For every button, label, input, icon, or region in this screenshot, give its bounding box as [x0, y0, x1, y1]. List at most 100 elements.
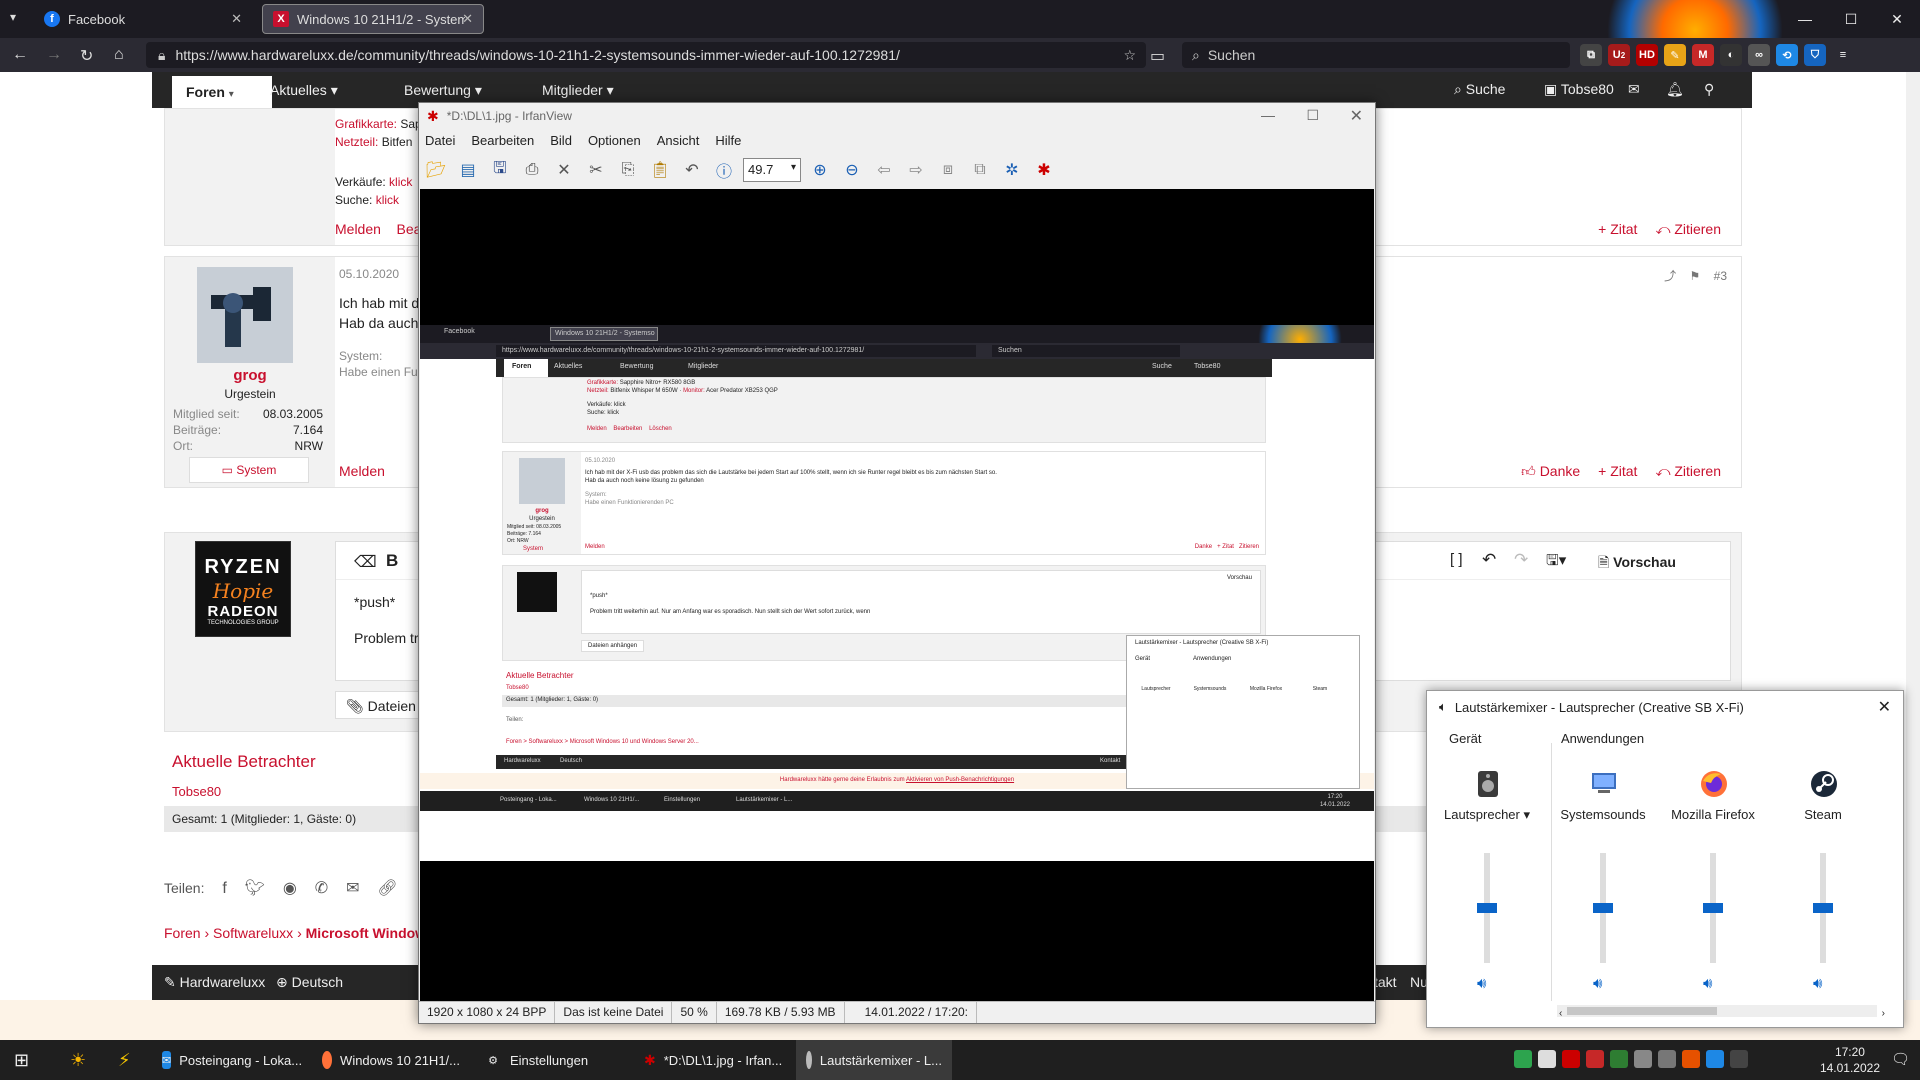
quote-link[interactable]: + Zitat: [1598, 463, 1637, 480]
nav-aktuelles[interactable]: Aktuelles ▾: [270, 82, 338, 99]
reddit-share-icon[interactable]: ◉: [283, 880, 297, 897]
notification-icon[interactable]: 🗨︎: [1891, 1050, 1910, 1068]
volume-slider-thumb[interactable]: [1813, 903, 1833, 913]
tab-list-icon[interactable]: ▾: [10, 10, 16, 24]
channel-name[interactable]: Lautsprecher ▾: [1437, 807, 1537, 823]
next-icon[interactable]: ⇨: [903, 157, 929, 183]
tray-app-icon[interactable]: [1514, 1050, 1532, 1068]
minimize-icon[interactable]: —: [1782, 0, 1828, 38]
mega-icon[interactable]: M: [1692, 44, 1714, 66]
breadcrumb-item[interactable]: Foren: [164, 925, 201, 941]
translate-icon[interactable]: ⟲: [1776, 44, 1798, 66]
post-date[interactable]: 05.10.2020: [339, 267, 399, 281]
screen-share-icon[interactable]: ▭: [1150, 46, 1165, 66]
menu-ansicht[interactable]: Ansicht: [657, 133, 700, 148]
weather-icon[interactable]: ☀: [60, 1040, 96, 1080]
lightbulb-icon[interactable]: ⚲: [1704, 81, 1714, 98]
eraser-icon[interactable]: ⌫: [354, 552, 377, 572]
drafts-icon[interactable]: 🖫︎▾: [1546, 550, 1566, 575]
menu-bild[interactable]: Bild: [550, 133, 572, 148]
close-icon[interactable]: ✕: [1350, 106, 1363, 126]
menu-optionen[interactable]: Optionen: [588, 133, 641, 148]
tray-blue-icon[interactable]: [1706, 1050, 1724, 1068]
quote-link[interactable]: + Zitat: [1598, 221, 1637, 238]
extension-puzzle-icon[interactable]: ⧉: [1580, 44, 1602, 66]
settings-icon[interactable]: ✲: [999, 157, 1025, 183]
tab-hardwareluxx[interactable]: X Windows 10 21H1/2 - Systemso ✕: [262, 4, 484, 34]
nav-user[interactable]: ▣ Tobse80: [1544, 81, 1614, 98]
inbox-icon[interactable]: ✉: [1628, 81, 1640, 98]
save-icon[interactable]: 🖫︎: [487, 157, 513, 183]
scrollbar-thumb[interactable]: [1567, 1007, 1717, 1015]
menu-icon[interactable]: ≡: [1832, 44, 1854, 66]
report-link[interactable]: Melden: [339, 463, 385, 479]
slideshow-icon[interactable]: ▤: [455, 157, 481, 183]
thanks-button[interactable]: 👍︎ Danke: [1521, 463, 1580, 480]
tray-display-icon[interactable]: [1658, 1050, 1676, 1068]
taskbar-item-settings[interactable]: ⚙ Einstellungen: [474, 1040, 614, 1080]
shield-icon[interactable]: ⛉: [1804, 44, 1826, 66]
nav-bewertung[interactable]: Bewertung ▾: [404, 82, 482, 99]
minimize-icon[interactable]: —: [1261, 107, 1275, 123]
close-icon[interactable]: ✕: [462, 11, 473, 27]
taskbar-item-irfanview[interactable]: ✱ *D:\DL\1.jpg - Irfan...: [634, 1040, 792, 1080]
irfanview-logo-icon[interactable]: ✱: [1031, 157, 1057, 183]
info-icon[interactable]: ⓘ: [711, 157, 737, 183]
viewer-user[interactable]: Tobse80: [172, 784, 221, 799]
menu-bearbeiten[interactable]: Bearbeiten: [471, 133, 534, 148]
close-icon[interactable]: ✕: [231, 11, 242, 27]
tray-steam-icon[interactable]: [1730, 1050, 1748, 1068]
footer-language[interactable]: ⊕ Deutsch: [276, 974, 343, 991]
home-icon[interactable]: ⌂: [114, 46, 124, 64]
mute-speaker-icon[interactable]: 🔊︎: [1593, 975, 1602, 992]
facebook-share-icon[interactable]: f: [222, 880, 226, 897]
reader-icon[interactable]: ✎: [1664, 44, 1686, 66]
report-link[interactable]: Melden: [335, 221, 381, 237]
lightning-app-icon[interactable]: ⚡: [108, 1040, 141, 1080]
hd-icon[interactable]: HD: [1636, 44, 1658, 66]
back-icon[interactable]: ←: [12, 46, 28, 64]
post-number[interactable]: #3: [1714, 269, 1727, 283]
tray-network-icon[interactable]: [1538, 1050, 1556, 1068]
paste-icon[interactable]: 📋︎: [647, 157, 673, 183]
image-canvas[interactable]: Facebook Windows 10 21H1/2 - Systemso ht…: [420, 189, 1374, 1001]
twitter-share-icon[interactable]: 🐦︎: [245, 880, 265, 897]
page-scrollbar[interactable]: [1906, 72, 1920, 1000]
fullscreen-icon[interactable]: [ ]: [1450, 551, 1463, 568]
copy-icon[interactable]: ⎘: [615, 157, 641, 183]
footer-brand[interactable]: ✎ Hardwareluxx: [164, 974, 265, 991]
volume-slider-thumb[interactable]: [1593, 903, 1613, 913]
menu-hilfe[interactable]: Hilfe: [715, 133, 741, 148]
mixer-horizontal-scrollbar[interactable]: [1557, 1005, 1877, 1017]
cite-link[interactable]: Zitieren: [1674, 221, 1721, 237]
delete-icon[interactable]: ✕: [551, 157, 577, 183]
search-link[interactable]: klick: [376, 193, 399, 207]
open-folder-icon[interactable]: 📂︎: [423, 157, 449, 183]
link-share-icon[interactable]: 🔗︎: [377, 880, 397, 897]
maximize-icon[interactable]: ☐: [1306, 107, 1319, 124]
mute-speaker-icon[interactable]: 🔊︎: [1813, 975, 1822, 992]
last-page-icon[interactable]: ⧉: [967, 157, 993, 183]
url-bar[interactable]: 🔒︎ https://www.hardwareluxx.de/community…: [146, 42, 1146, 68]
previous-icon[interactable]: ⇦: [871, 157, 897, 183]
tray-mega-icon[interactable]: [1586, 1050, 1604, 1068]
taskbar-item-mixer[interactable]: Lautstärkemixer - L...: [796, 1040, 952, 1080]
system-button[interactable]: ▭ System: [189, 457, 309, 483]
menu-datei[interactable]: Datei: [425, 133, 455, 148]
zoom-out-icon[interactable]: ⊖: [839, 157, 865, 183]
nav-mitglieder[interactable]: Mitglieder ▾: [542, 82, 614, 99]
ublock-icon[interactable]: U2: [1608, 44, 1630, 66]
breadcrumb-item[interactable]: Softwareluxx: [213, 925, 293, 941]
bold-icon[interactable]: B: [386, 551, 398, 571]
start-icon[interactable]: ⊞: [4, 1040, 39, 1080]
first-page-icon[interactable]: ⧈: [935, 157, 961, 183]
preview-button[interactable]: 🗎 Vorschau: [1598, 552, 1676, 576]
nav-foren[interactable]: Foren ▾: [172, 76, 272, 108]
breadcrumb-item[interactable]: Microsoft Window: [306, 925, 426, 941]
taskbar-clock[interactable]: 17:20 14.01.2022: [1820, 1044, 1880, 1076]
whatsapp-share-icon[interactable]: ✆: [315, 880, 328, 897]
reload-icon[interactable]: ↻: [80, 46, 93, 66]
zoom-in-icon[interactable]: ⊕: [807, 157, 833, 183]
email-share-icon[interactable]: ✉: [346, 880, 359, 897]
tab-facebook[interactable]: f Facebook ✕: [34, 4, 252, 34]
